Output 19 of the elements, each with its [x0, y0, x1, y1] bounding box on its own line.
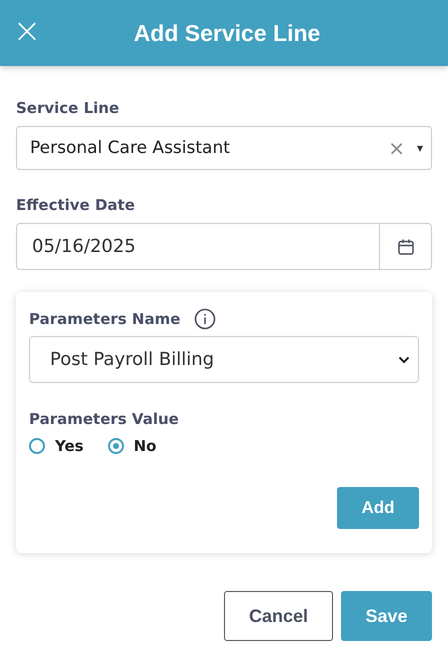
calendar-icon [396, 238, 414, 256]
clear-icon[interactable]: × [388, 136, 405, 160]
radio-button[interactable] [29, 438, 45, 454]
radio-label[interactable]: Yes [55, 437, 84, 455]
parameters-name-dropdown[interactable]: Post Payroll Billing [29, 336, 419, 383]
field-label: Parameters Value [29, 410, 179, 428]
info-icon[interactable] [194, 308, 216, 330]
radio-button[interactable] [108, 438, 124, 454]
service-line-dropdown[interactable]: Personal Care Assistant × ▾ [16, 126, 432, 170]
caret-icon[interactable]: ▾ [416, 141, 423, 155]
chevron-icon [398, 356, 410, 364]
field-label: Effective Date [16, 196, 135, 214]
date-field[interactable]: 05/16/2025 [16, 223, 432, 270]
radio-label[interactable]: No [134, 437, 156, 455]
cancel-button[interactable]: Cancel [224, 591, 333, 641]
field-label: Parameters Name [29, 310, 180, 328]
calendar-button[interactable] [379, 224, 431, 269]
field-label: Service Line [16, 99, 120, 117]
dialog-title: Add Service Line [132, 20, 320, 46]
